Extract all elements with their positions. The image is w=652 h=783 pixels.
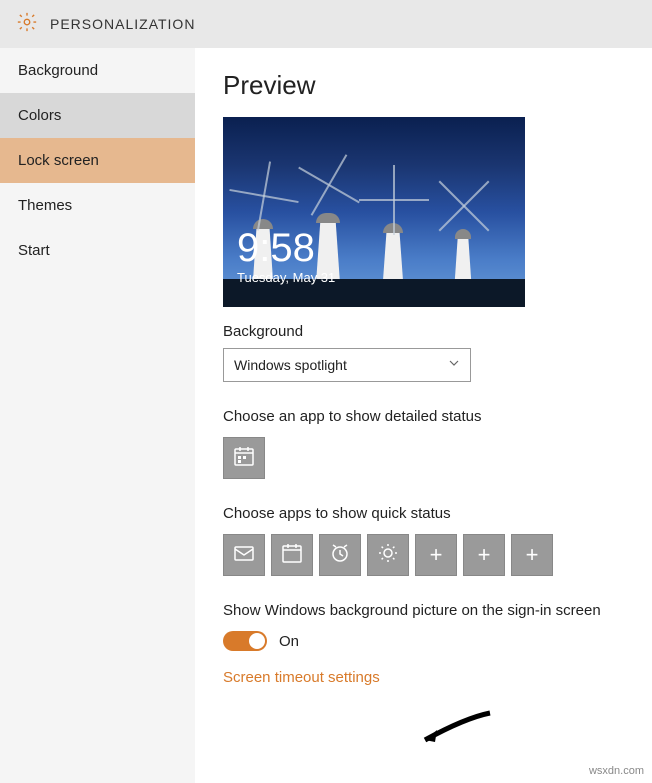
background-label: Background <box>223 323 624 340</box>
quick-app-alarm[interactable] <box>319 534 361 576</box>
plus-icon: + <box>430 542 443 568</box>
quick-status-row: + + + <box>223 534 624 576</box>
sidebar-item-themes[interactable]: Themes <box>0 183 195 228</box>
sidebar: Background Colors Lock screen Themes Sta… <box>0 48 195 783</box>
main-content: Preview 9:58 Tuesday, May 31 Background … <box>195 48 652 783</box>
preview-clock: 9:58 Tuesday, May 31 <box>237 228 335 285</box>
sidebar-item-colors[interactable]: Colors <box>0 93 195 138</box>
quick-app-add-2[interactable]: + <box>463 534 505 576</box>
quick-app-calendar[interactable] <box>271 534 313 576</box>
quick-app-add-3[interactable]: + <box>511 534 553 576</box>
plus-icon: + <box>478 542 491 568</box>
quick-status-label: Choose apps to show quick status <box>223 505 624 522</box>
preview-date: Tuesday, May 31 <box>237 270 335 285</box>
lock-screen-preview: 9:58 Tuesday, May 31 <box>223 117 525 307</box>
quick-app-mail[interactable] <box>223 534 265 576</box>
quick-app-weather[interactable] <box>367 534 409 576</box>
signin-toggle[interactable] <box>223 631 267 651</box>
background-dropdown[interactable]: Windows spotlight <box>223 348 471 382</box>
plus-icon: + <box>526 542 539 568</box>
signin-toggle-row: On <box>223 631 624 651</box>
page-title: PERSONALIZATION <box>50 16 195 32</box>
sidebar-item-start[interactable]: Start <box>0 228 195 273</box>
sidebar-item-background[interactable]: Background <box>0 48 195 93</box>
watermark: wsxdn.com <box>589 765 644 777</box>
mail-icon <box>232 541 256 570</box>
signin-bg-label: Show Windows background picture on the s… <box>223 602 624 619</box>
detailed-status-row <box>223 437 624 479</box>
preview-time: 9:58 <box>237 228 335 268</box>
calendar-icon <box>232 444 256 473</box>
alarm-icon <box>328 541 352 570</box>
header: PERSONALIZATION <box>0 0 652 48</box>
background-selected: Windows spotlight <box>234 357 347 373</box>
detailed-status-label: Choose an app to show detailed status <box>223 408 624 425</box>
chevron-down-icon <box>448 356 460 374</box>
weather-icon <box>376 541 400 570</box>
detailed-app-calendar[interactable] <box>223 437 265 479</box>
signin-toggle-state: On <box>279 633 299 650</box>
sidebar-item-lock-screen[interactable]: Lock screen <box>0 138 195 183</box>
quick-app-add-1[interactable]: + <box>415 534 457 576</box>
gear-icon <box>16 11 38 38</box>
calendar-icon <box>280 541 304 570</box>
preview-heading: Preview <box>223 70 624 101</box>
screen-timeout-link[interactable]: Screen timeout settings <box>223 669 624 686</box>
